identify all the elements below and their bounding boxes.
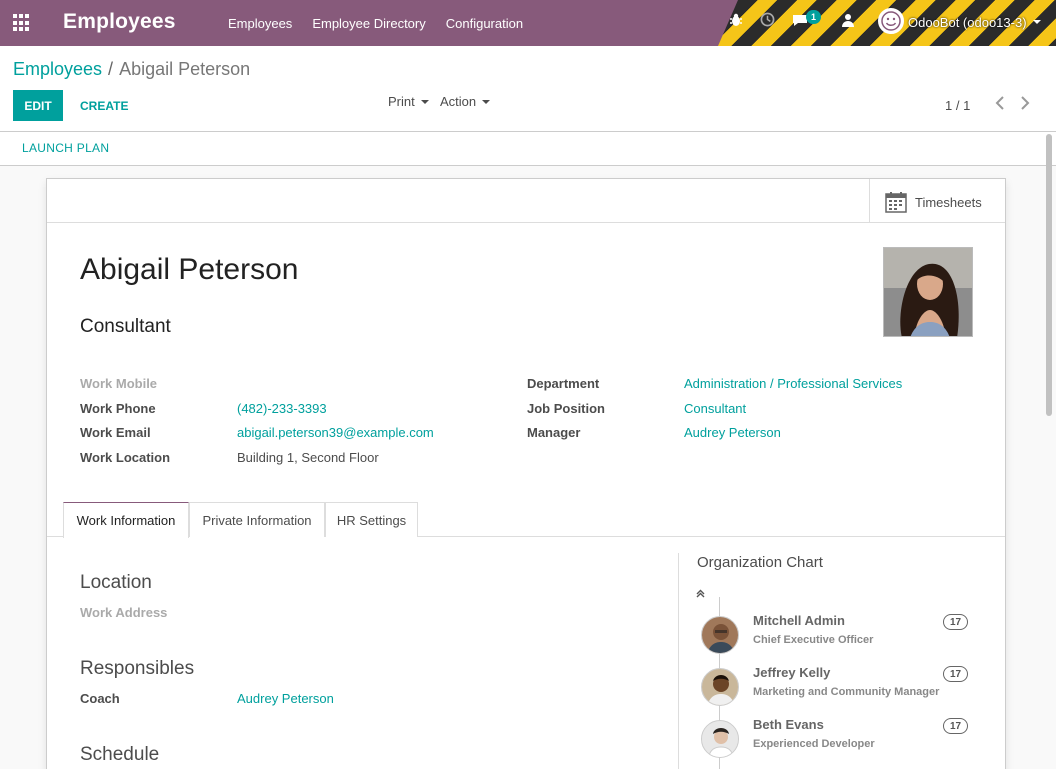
pager-value[interactable]: 1 / 1 <box>945 98 970 113</box>
double-chevron-up-icon[interactable] <box>696 589 705 601</box>
org-person-name[interactable]: Beth Evans <box>753 717 824 732</box>
create-button[interactable]: CREATE <box>80 90 128 121</box>
launch-plan-button[interactable]: LAUNCH PLAN <box>22 141 109 155</box>
print-dropdown[interactable]: Print <box>388 94 429 109</box>
form-tabs: Work Information Private Information HR … <box>47 502 1005 538</box>
clock-icon[interactable] <box>760 0 775 46</box>
work-location-value: Building 1, Second Floor <box>237 450 379 465</box>
chat-icon[interactable] <box>792 0 808 46</box>
work-address-label: Work Address <box>80 605 168 620</box>
scrollbar-thumb[interactable] <box>1046 134 1052 416</box>
caret-down-icon <box>482 99 491 104</box>
work-email-label: Work Email <box>80 425 151 440</box>
pager-previous-button[interactable] <box>990 94 1010 114</box>
menu-employees[interactable]: Employees <box>218 16 302 31</box>
apps-grid-icon[interactable] <box>13 14 31 32</box>
breadcrumb: Employees / Abigail Peterson <box>13 59 250 80</box>
coach-label: Coach <box>80 691 120 706</box>
form-statusbar: LAUNCH PLAN <box>0 132 1056 166</box>
org-avatar-jeffrey[interactable] <box>701 668 739 706</box>
caret-down-icon <box>420 99 429 104</box>
org-person-job: Chief Executive Officer <box>753 634 874 646</box>
org-chart-title: Organization Chart <box>697 554 823 571</box>
org-person-name[interactable]: Mitchell Admin <box>753 613 845 628</box>
breadcrumb-employees[interactable]: Employees <box>13 59 102 79</box>
breadcrumb-separator: / <box>108 59 114 79</box>
employee-job-title: Consultant <box>80 316 171 337</box>
action-label: Action <box>440 94 477 109</box>
org-person-job: Experienced Developer <box>753 738 875 750</box>
department-value[interactable]: Administration / Professional Services <box>684 376 902 391</box>
manager-value[interactable]: Audrey Peterson <box>684 425 781 440</box>
employee-photo[interactable] <box>883 247 973 337</box>
org-avatar-beth[interactable] <box>701 720 739 758</box>
org-avatar-mitchell[interactable] <box>701 616 739 654</box>
chat-badge: 1 <box>806 10 822 24</box>
top-navbar: Employees Employees Employee Directory C… <box>0 0 1056 46</box>
coach-value[interactable]: Audrey Peterson <box>237 691 334 706</box>
tab-hr-settings[interactable]: HR Settings <box>325 502 418 537</box>
timesheets-label: Timesheets <box>915 195 982 210</box>
job-position-value[interactable]: Consultant <box>684 401 746 416</box>
action-dropdown[interactable]: Action <box>440 94 491 109</box>
org-subordinates-count[interactable]: 17 <box>943 718 968 734</box>
org-person-name[interactable]: Jeffrey Kelly <box>753 665 830 680</box>
work-location-label: Work Location <box>80 450 171 465</box>
main-menu: Employees Employee Directory Configurati… <box>218 0 533 46</box>
edit-button[interactable]: EDIT <box>13 90 63 121</box>
manager-label: Manager <box>527 425 581 440</box>
responsibles-section-title: Responsibles <box>80 658 195 679</box>
tab-private-information[interactable]: Private Information <box>189 502 325 537</box>
print-label: Print <box>388 94 415 109</box>
job-position-label: Job Position <box>527 401 605 416</box>
work-mobile-label: Work Mobile <box>80 376 158 391</box>
menu-employee-directory[interactable]: Employee Directory <box>302 16 435 31</box>
work-email-value[interactable]: abigail.peterson39@example.com <box>237 425 434 440</box>
work-phone-value[interactable]: (482)-233-3393 <box>237 401 327 416</box>
control-panel: Employees / Abigail Peterson EDIT CREATE P… <box>0 46 1056 132</box>
tab-work-information[interactable]: Work Information <box>63 502 189 538</box>
calendar-icon <box>885 192 907 213</box>
org-subordinates-count[interactable]: 17 <box>943 666 968 682</box>
employee-name: Abigail Peterson <box>80 253 299 286</box>
pager-next-button[interactable] <box>1015 94 1035 114</box>
form-sheet: Timesheets Abigail Peterson Consultant W… <box>46 178 1006 769</box>
activity-icon[interactable] <box>842 0 854 46</box>
work-phone-label: Work Phone <box>80 401 156 416</box>
breadcrumb-current: Abigail Peterson <box>119 59 251 79</box>
bug-icon[interactable] <box>730 0 742 46</box>
user-menu-caret-icon[interactable] <box>1033 20 1041 24</box>
app-brand: Employees <box>63 10 176 33</box>
location-section-title: Location <box>80 572 152 593</box>
user-avatar-icon[interactable] <box>878 8 904 34</box>
user-menu[interactable]: OdooBot (odoo13-3) <box>908 15 1027 30</box>
timesheets-button[interactable]: Timesheets <box>869 179 1005 222</box>
org-person-job: Marketing and Community Manager <box>753 686 940 698</box>
systray: 1 OdooBot (odoo13-3) <box>718 0 1056 46</box>
schedule-section-title: Schedule <box>80 744 160 765</box>
org-chart-divider <box>678 553 679 769</box>
menu-configuration[interactable]: Configuration <box>436 16 533 31</box>
org-subordinates-count[interactable]: 17 <box>943 614 968 630</box>
button-box: Timesheets <box>47 179 1005 223</box>
department-label: Department <box>527 376 600 391</box>
